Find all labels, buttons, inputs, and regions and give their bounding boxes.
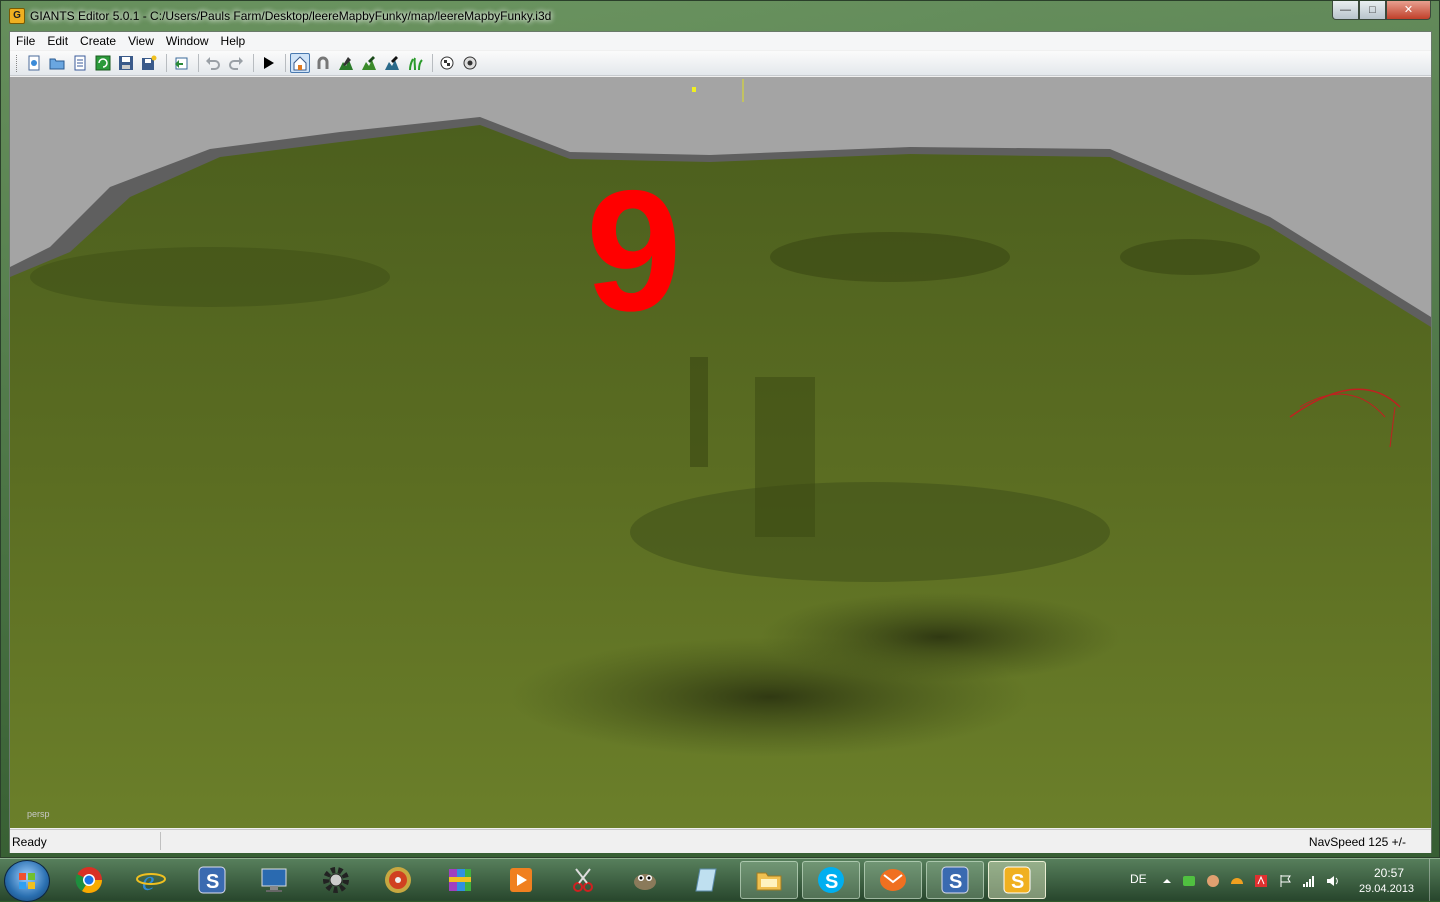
redo-icon[interactable]	[226, 53, 246, 73]
clock-time[interactable]: 20:57	[1374, 866, 1404, 880]
hand-icon[interactable]	[1206, 874, 1220, 888]
disc-icon[interactable]	[369, 861, 427, 899]
volume-icon[interactable]	[1326, 874, 1340, 888]
title-bar[interactable]: G GIANTS Editor 5.0.1 - C:/Users/Pauls F…	[1, 1, 1439, 29]
toolbar-separator	[253, 54, 254, 72]
svg-text:S: S	[825, 871, 838, 893]
editor-client-area: File Edit Create View Window Help 9 pers…	[9, 31, 1432, 853]
toolbar-separator	[285, 54, 286, 72]
status-text: Ready	[12, 835, 47, 849]
network-icon[interactable]	[1302, 874, 1316, 888]
grass-paint-icon[interactable]	[405, 53, 425, 73]
settings-checker-icon[interactable]	[460, 53, 480, 73]
toolbar-separator	[166, 54, 167, 72]
computer-icon[interactable]	[245, 861, 303, 899]
nav-speed-readout: NavSpeed 125 +/-	[1308, 835, 1406, 849]
taskbar: e S S S S DE 20:57 29.04.2013	[0, 858, 1440, 902]
menu-file[interactable]: File	[10, 32, 41, 50]
snipping-icon[interactable]	[554, 861, 612, 899]
minimize-button[interactable]: —	[1332, 1, 1359, 20]
giants-app-icon[interactable]: G	[9, 8, 25, 24]
notepad-icon[interactable]	[678, 861, 736, 899]
menu-bar: File Edit Create View Window Help	[10, 32, 1431, 50]
skype-icon[interactable]: S	[802, 861, 860, 899]
windows-logo-icon	[19, 873, 35, 889]
giants-editor-icon[interactable]: S	[988, 861, 1046, 899]
menu-help[interactable]: Help	[215, 32, 252, 50]
foliage-paint-icon[interactable]	[382, 53, 402, 73]
3d-viewport[interactable]: 9 persp	[10, 77, 1431, 828]
document-icon[interactable]	[70, 53, 90, 73]
menu-window[interactable]: Window	[160, 32, 215, 50]
menu-view[interactable]: View	[122, 32, 160, 50]
svg-text:S: S	[1011, 871, 1024, 893]
helmet-icon[interactable]	[1230, 874, 1244, 888]
svg-text:e: e	[142, 866, 154, 895]
maximize-button[interactable]: □	[1359, 1, 1386, 20]
menu-create[interactable]: Create	[74, 32, 122, 50]
camera-label: persp	[27, 809, 50, 819]
new-file-icon[interactable]	[24, 53, 44, 73]
terrain-sculpt-icon[interactable]	[336, 53, 356, 73]
open-file-icon[interactable]	[47, 53, 67, 73]
terrain-paint-icon[interactable]	[359, 53, 379, 73]
internet-explorer-icon[interactable]: e	[122, 861, 180, 899]
media-player-icon[interactable]	[492, 861, 550, 899]
window-controls: — □ ✕	[1332, 1, 1431, 21]
gimp-icon[interactable]	[616, 861, 674, 899]
chevron-up-icon[interactable]	[1160, 874, 1174, 888]
language-indicator[interactable]: DE	[1130, 872, 1147, 886]
start-button[interactable]	[4, 860, 50, 902]
menu-edit[interactable]: Edit	[41, 32, 74, 50]
editor-window: G GIANTS Editor 5.0.1 - C:/Users/Pauls F…	[0, 0, 1440, 858]
svg-text:S: S	[949, 871, 962, 893]
overlay-number: 9	[586, 155, 682, 347]
archive-icon[interactable]	[431, 861, 489, 899]
clock-date[interactable]: 29.04.2013	[1359, 883, 1414, 895]
close-button[interactable]: ✕	[1386, 1, 1431, 20]
magnet-icon[interactable]	[313, 53, 333, 73]
toolbar-grip[interactable]	[16, 54, 20, 72]
checker-icon[interactable]	[437, 53, 457, 73]
giants-app-icon[interactable]: S	[926, 861, 984, 899]
mail-icon[interactable]	[864, 861, 922, 899]
status-divider	[160, 832, 161, 850]
system-tray: DE 20:57 29.04.2013	[1126, 859, 1440, 901]
play-icon[interactable]	[258, 53, 278, 73]
save-all-icon[interactable]	[139, 53, 159, 73]
toolbar-separator	[198, 54, 199, 72]
show-desktop-button[interactable]	[1429, 859, 1440, 901]
svg-text:S: S	[206, 871, 219, 893]
flag-icon[interactable]	[1278, 874, 1292, 888]
chrome-icon[interactable]	[60, 861, 118, 899]
home-camera-icon[interactable]	[290, 53, 310, 73]
refresh-icon[interactable]	[93, 53, 113, 73]
window-title: GIANTS Editor 5.0.1 - C:/Users/Pauls Far…	[30, 9, 552, 23]
toolbar-separator	[432, 54, 433, 72]
gear-icon[interactable]	[307, 861, 365, 899]
undo-icon[interactable]	[203, 53, 223, 73]
status-bar: Ready NavSpeed 125 +/-	[10, 829, 1431, 853]
antivirus-icon[interactable]	[1254, 874, 1268, 888]
giants-app-icon[interactable]: S	[183, 861, 241, 899]
main-toolbar	[10, 51, 1431, 76]
terrain-render	[10, 79, 1431, 828]
explorer-folder-icon[interactable]	[740, 861, 798, 899]
save-icon[interactable]	[116, 53, 136, 73]
shield-icon[interactable]	[1182, 874, 1196, 888]
import-icon[interactable]	[171, 53, 191, 73]
